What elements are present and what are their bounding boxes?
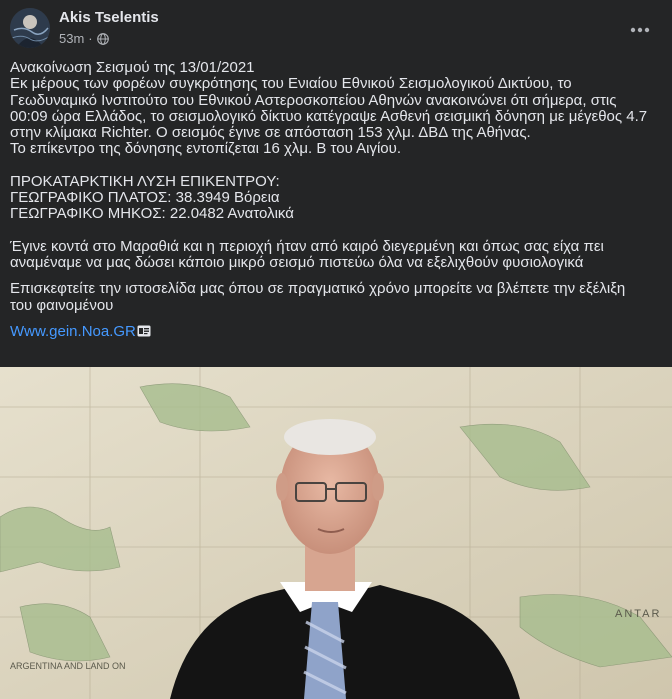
avatar-image [10,8,50,48]
announcement-line: Γεωδυναμικό Ινστιτούτο του Εθνικού Αστερ… [10,91,617,109]
map-label-right: ANTAR [615,608,661,620]
photo-image: ARGENTINA AND LAND ON ANTAR [0,367,672,699]
author-avatar[interactable] [10,8,50,48]
comment-line: αναμέναμε να μας δώσει κάποιο μικρό σεισ… [10,253,584,271]
post-text: Ανακοίνωση Σεισμού της 13/01/2021 Εκ μέρ… [10,59,662,340]
facebook-post: Akis Tselentis 53m · Ανακοίνωση Σεισμού … [0,0,672,699]
external-link-icon[interactable] [137,325,151,337]
website-line: Επισκεφτείτε την ιστοσελίδα μας όπου σε … [10,280,626,298]
post-photo[interactable]: ARGENTINA AND LAND ON ANTAR [0,367,672,699]
announcement-line: Εκ μέρους των φορέων συγκρότησης του Ενι… [10,75,572,93]
latitude-line: ΓΕΩΓΡΑΦΙΚΟ ΠΛΑΤΟΣ: 38.3949 Βόρεια [10,189,280,207]
announcement-line: 00:09 ώρα Ελλάδος, το σεισμολογικό δίκτυ… [10,107,648,125]
ellipsis-icon [630,27,650,33]
longitude-line: ΓΕΩΓΡΑΦΙΚΟ ΜΗΚΟΣ: 22.0482 Ανατολικά [10,205,294,223]
post-timestamp[interactable]: 53m [59,31,84,46]
post-header: Akis Tselentis 53m · [0,0,672,56]
announcement-title: Ανακοίνωση Σεισμού της 13/01/2021 [10,59,255,76]
more-options-button[interactable] [622,12,658,48]
website-line: του φαινομένου [10,296,114,314]
map-label-left: ARGENTINA AND LAND ON [10,661,126,671]
meta-separator: · [88,31,93,46]
post-meta: 53m · [59,31,109,46]
website-link[interactable]: Www.gein.Noa.GR [10,323,136,340]
announcement-line: στην κλίμακα Richter. Ο σεισμός έγινε σε… [10,124,531,142]
website-link-line: Www.gein.Noa.GR [10,323,662,340]
author-name[interactable]: Akis Tselentis [59,9,159,26]
globe-icon[interactable] [96,32,109,45]
comment-line: Έγινε κοντά στο Μαραθιά και η περιοχή ήτ… [10,237,604,255]
announcement-line: Το επίκεντρο της δόνησης εντοπίζεται 16 … [10,140,401,158]
solution-heading: ΠΡΟΚΑΤΑΡΚΤΙΚΗ ΛΥΣΗ ΕΠΙΚΕΝΤΡΟΥ: [10,172,280,190]
